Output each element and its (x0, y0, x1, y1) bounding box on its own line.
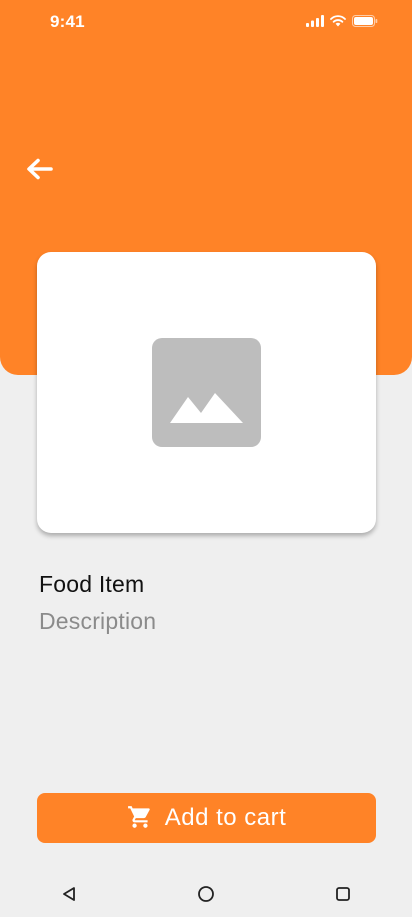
recents-square-icon[interactable] (331, 882, 355, 906)
system-navigation-bar (0, 868, 412, 917)
product-title: Food Item (39, 571, 145, 597)
add-to-cart-button[interactable]: Add to cart (37, 793, 376, 843)
home-circle-icon[interactable] (194, 882, 218, 906)
cart-icon (127, 804, 153, 833)
add-to-cart-label: Add to cart (164, 804, 287, 831)
status-bar: 9:41 (0, 0, 412, 44)
product-description: Description (39, 608, 157, 634)
status-icons (306, 14, 378, 32)
back-triangle-icon[interactable] (57, 882, 81, 906)
wifi-icon (330, 14, 346, 32)
product-image-card (37, 252, 376, 533)
signal-icon (306, 14, 324, 32)
status-time: 9:41 (50, 12, 85, 31)
back-button[interactable] (22, 156, 56, 186)
battery-icon (352, 14, 378, 32)
image-placeholder-icon (152, 338, 261, 447)
arrow-left-icon (25, 157, 53, 186)
